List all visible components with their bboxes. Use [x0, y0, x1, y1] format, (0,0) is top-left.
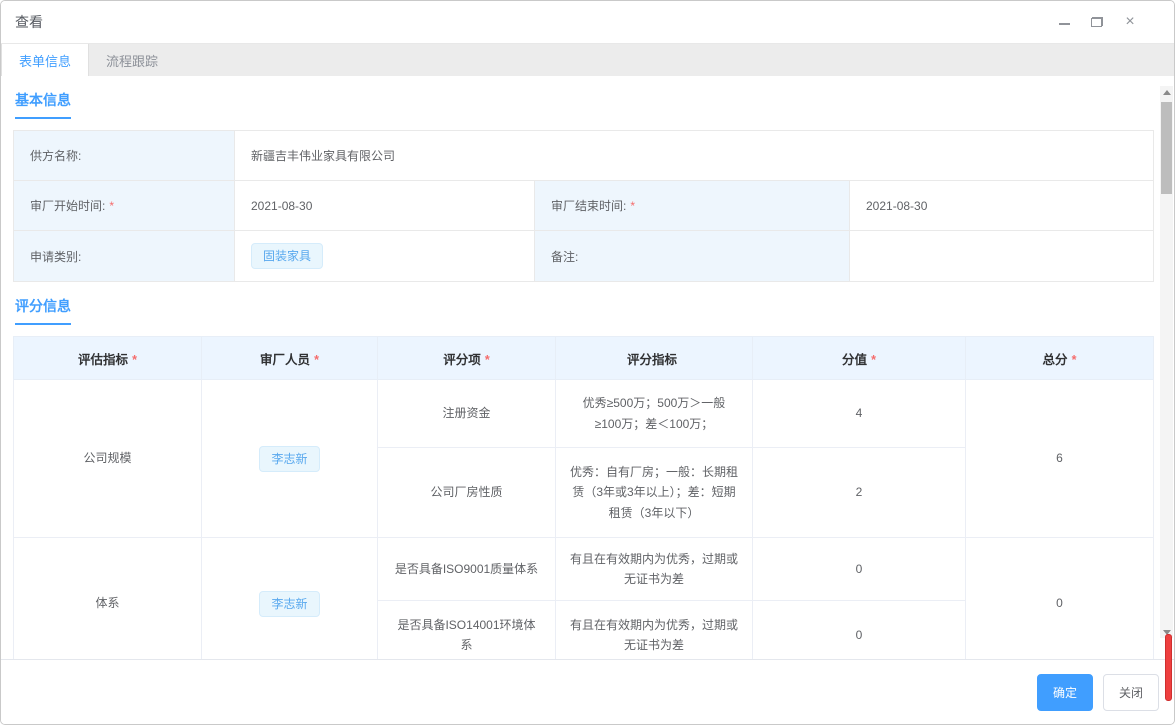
- score-cell: 0: [753, 538, 966, 601]
- header-auditor-required: *: [314, 353, 319, 367]
- dialog-titlebar: 查看 ×: [1, 1, 1174, 43]
- group-auditor-cell: 李志新: [202, 380, 378, 538]
- supplier-name-label-text: 供方名称:: [30, 147, 81, 164]
- group-indicator-cell: 公司规模: [14, 380, 202, 538]
- tab-form-info[interactable]: 表单信息: [1, 44, 89, 76]
- auditor-tag: 李志新: [259, 591, 319, 617]
- audit-end-label: 审厂结束时间: *: [535, 181, 850, 231]
- restore-icon: [1091, 17, 1103, 27]
- audit-start-value-text: 2021-08-30: [251, 199, 312, 213]
- view-dialog: 查看 × 表单信息 流程跟踪 基本信息 供方名称:: [0, 0, 1175, 725]
- basic-info-section-title: 基本信息: [15, 90, 1152, 119]
- header-scoring-item: 评分项 *: [378, 337, 556, 380]
- tab-process-tracking-label: 流程跟踪: [106, 51, 158, 70]
- scroll-up-icon: [1163, 90, 1171, 95]
- score-cell: 4: [753, 380, 966, 448]
- category-tag: 固装家具: [251, 243, 323, 269]
- audit-start-label: 审厂开始时间: *: [14, 181, 235, 231]
- table-row: 体系 李志新 是否具备ISO9001质量体系 有且在有效期内为优秀，过期或无证书…: [14, 538, 1154, 601]
- scoring-item-cell: 是否具备ISO14001环境体系: [378, 601, 556, 661]
- basic-info-section-title-text: 基本信息: [15, 90, 71, 119]
- close-icon: ×: [1125, 14, 1134, 30]
- scoring-criteria-cell: 有且在有效期内为优秀，过期或无证书为差: [556, 601, 753, 661]
- window-controls: ×: [1056, 14, 1138, 30]
- apply-category-label: 申请类别:: [14, 231, 235, 281]
- close-dialog-button[interactable]: 关闭: [1103, 674, 1159, 711]
- audit-end-value-text: 2021-08-30: [866, 199, 927, 213]
- header-total-score: 总分 *: [966, 337, 1154, 380]
- remark-label: 备注:: [535, 231, 850, 281]
- supplier-name-label: 供方名称:: [14, 131, 235, 181]
- score-cell: 2: [753, 448, 966, 538]
- audit-start-required-mark: *: [109, 199, 114, 213]
- header-scoring-criteria-text: 评分指标: [627, 353, 677, 367]
- scoring-table: 评估指标 * 审厂人员 * 评分项 * 评分指标 分值 * 总分 * 公司规模 李志新 注…: [13, 336, 1154, 660]
- supplier-name-value: 新疆吉丰伟业家具有限公司: [235, 131, 1153, 181]
- scoring-criteria-cell: 优秀：自有厂房；一般：长期租赁（3年或3年以上）；差：短期租赁（3年以下）: [556, 448, 753, 538]
- header-score-text: 分值: [842, 353, 867, 367]
- header-score-required: *: [871, 353, 876, 367]
- restore-button[interactable]: [1089, 14, 1105, 30]
- scroll-up-button[interactable]: [1160, 86, 1173, 98]
- header-auditor: 审厂人员 *: [202, 337, 378, 380]
- header-score: 分值 *: [753, 337, 966, 380]
- table-row: 公司规模 李志新 注册资金 优秀≥500万；500万＞一般≥100万；差＜100…: [14, 380, 1154, 448]
- group-auditor-cell: 李志新: [202, 538, 378, 661]
- scoring-item-cell: 注册资金: [378, 380, 556, 448]
- header-evaluation-indicator-text: 评估指标: [78, 353, 128, 367]
- scoring-criteria-cell: 有且在有效期内为优秀，过期或无证书为差: [556, 538, 753, 601]
- scoring-item-cell: 公司厂房性质: [378, 448, 556, 538]
- scoring-header-row: 评估指标 * 审厂人员 * 评分项 * 评分指标 分值 * 总分 *: [14, 337, 1154, 380]
- group-indicator-cell: 体系: [14, 538, 202, 661]
- header-total-score-required: *: [1072, 353, 1077, 367]
- confirm-button[interactable]: 确定: [1037, 674, 1093, 711]
- basic-info-form: 供方名称: 新疆吉丰伟业家具有限公司 审厂开始时间: * 2021-08-30 …: [13, 130, 1154, 282]
- audit-start-label-text: 审厂开始时间:: [30, 197, 105, 214]
- apply-category-value: 固装家具: [235, 231, 535, 281]
- audit-end-required-mark: *: [630, 199, 635, 213]
- audit-start-value: 2021-08-30: [235, 181, 535, 231]
- close-button[interactable]: ×: [1122, 14, 1138, 30]
- page-scrollbar-thumb[interactable]: [1165, 634, 1172, 701]
- total-score-cell: 0: [966, 538, 1154, 661]
- header-scoring-item-required: *: [485, 353, 490, 367]
- score-cell: 0: [753, 601, 966, 661]
- minimize-icon: [1059, 23, 1070, 25]
- audit-end-value: 2021-08-30: [850, 181, 1153, 231]
- scoring-criteria-cell: 优秀≥500万；500万＞一般≥100万；差＜100万；: [556, 380, 753, 448]
- tab-process-tracking[interactable]: 流程跟踪: [89, 44, 175, 76]
- total-score-cell: 6: [966, 380, 1154, 538]
- audit-end-label-text: 审厂结束时间:: [551, 197, 626, 214]
- scoring-section-title-text: 评分信息: [15, 296, 71, 325]
- remark-value: [850, 231, 1153, 281]
- scoring-item-cell: 是否具备ISO9001质量体系: [378, 538, 556, 601]
- header-total-score-text: 总分: [1043, 353, 1068, 367]
- tab-bar: 表单信息 流程跟踪: [1, 43, 1174, 76]
- header-scoring-criteria: 评分指标: [556, 337, 753, 380]
- header-auditor-text: 审厂人员: [260, 353, 310, 367]
- scrollbar-thumb[interactable]: [1161, 102, 1172, 194]
- content-scrollbar[interactable]: [1160, 86, 1173, 638]
- tab-form-info-label: 表单信息: [19, 51, 71, 70]
- minimize-button[interactable]: [1056, 14, 1072, 30]
- header-evaluation-indicator-required: *: [132, 353, 137, 367]
- header-evaluation-indicator: 评估指标 *: [14, 337, 202, 380]
- header-scoring-item-text: 评分项: [443, 353, 481, 367]
- supplier-name-value-text: 新疆吉丰伟业家具有限公司: [251, 147, 395, 164]
- dialog-footer: 确定 关闭: [1, 660, 1174, 724]
- auditor-tag: 李志新: [259, 446, 319, 472]
- dialog-content: 基本信息 供方名称: 新疆吉丰伟业家具有限公司 审厂开始时间: * 2021-0…: [1, 76, 1174, 660]
- remark-label-text: 备注:: [551, 248, 578, 265]
- scoring-section-title: 评分信息: [15, 296, 1152, 325]
- dialog-title: 查看: [15, 12, 43, 32]
- apply-category-label-text: 申请类别:: [30, 248, 81, 265]
